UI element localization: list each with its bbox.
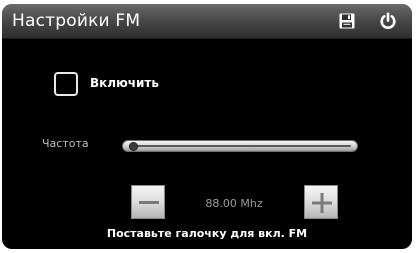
frequency-value: 88.00 Mhz <box>205 197 263 210</box>
screen: Настройки FM Включить Частота 88.00 Mhz … <box>0 0 417 253</box>
fm-settings-window: Настройки FM Включить Частота 88.00 Mhz … <box>2 4 412 249</box>
slider-groove <box>129 145 351 147</box>
frequency-slider[interactable] <box>122 140 358 152</box>
floppy-disk-icon <box>339 13 355 29</box>
power-button[interactable] <box>379 12 397 30</box>
minus-icon <box>139 201 159 204</box>
enable-hint-text: Поставьте галочку для вкл. FM <box>106 227 308 240</box>
plus-icon <box>312 193 332 213</box>
increase-frequency-button[interactable] <box>304 185 338 219</box>
power-icon <box>380 12 396 30</box>
title-bar: Настройки FM <box>2 4 412 39</box>
decrease-frequency-button[interactable] <box>131 185 165 219</box>
slider-thumb[interactable] <box>129 142 138 151</box>
enable-fm-checkbox[interactable] <box>54 72 78 96</box>
frequency-label: Частота <box>42 137 89 150</box>
enable-fm-label: Включить <box>90 76 159 90</box>
save-button[interactable] <box>339 13 355 29</box>
window-title: Настройки FM <box>12 11 141 31</box>
